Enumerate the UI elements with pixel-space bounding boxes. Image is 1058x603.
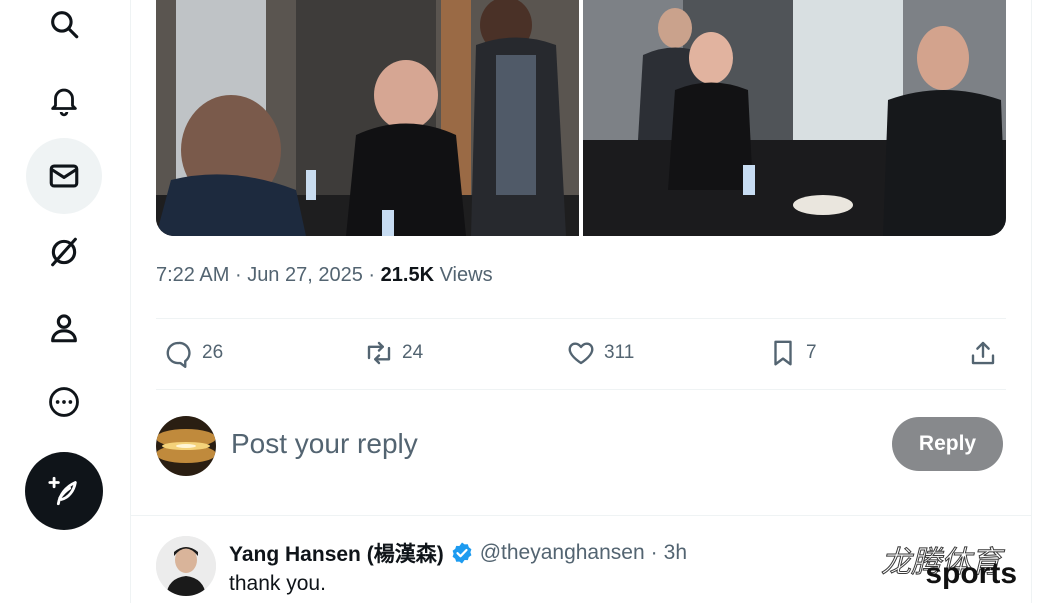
more-circle-icon — [49, 387, 79, 417]
post-timestamp-separator: · — [234, 264, 242, 286]
reply-post-header: Yang Hansen (楊漢森) @theyanghansen · 3h — [229, 538, 687, 568]
post-views-label: Views — [439, 264, 493, 286]
commenter-avatar[interactable] — [156, 536, 216, 596]
post-date: Jun 27, 2025 — [247, 264, 363, 286]
reply-post-time[interactable]: 3h — [664, 541, 687, 565]
bookmark-count: 7 — [806, 342, 817, 363]
heart-icon — [568, 342, 594, 365]
nav-messages[interactable] — [26, 138, 102, 214]
share-icon — [971, 341, 995, 365]
bell-icon — [51, 88, 77, 117]
post-photo-2[interactable] — [583, 0, 1006, 236]
photo-illustration — [156, 0, 579, 236]
search-icon — [51, 11, 79, 39]
reply-post-separator: · — [650, 541, 658, 564]
photo-illustration — [583, 0, 1006, 236]
verified-badge-icon — [452, 542, 472, 564]
reply-count: 26 — [202, 342, 224, 363]
post-views-count: 21.5K — [380, 264, 435, 286]
nav-more[interactable] — [26, 364, 102, 440]
nav-grok[interactable] — [26, 214, 102, 290]
reply-composer: Post your reply Reply — [156, 416, 1006, 480]
nav-profile[interactable] — [26, 290, 102, 366]
nav-notifications[interactable] — [26, 62, 102, 138]
repost-count: 24 — [402, 342, 424, 363]
mail-icon — [49, 164, 79, 188]
repost-action-button[interactable]: 24 — [364, 338, 423, 368]
post-media — [156, 0, 1006, 236]
avatar-image — [156, 536, 216, 596]
post-timestamp[interactable]: 7:22 AM · Jun 27, 2025 · 21.5K Views — [156, 264, 493, 287]
reply-submit-button[interactable]: Reply — [892, 417, 1003, 471]
reply-bubble-icon — [166, 341, 191, 368]
post-actions-bar: 26 24 311 7 — [156, 318, 1006, 390]
commenter-handle[interactable]: @theyanghansen — [480, 541, 645, 565]
bookmark-icon — [774, 340, 792, 366]
reply-post-text: thank you. — [229, 572, 326, 595]
sports-watermark-logo: 龙腾体育 sports — [867, 537, 1018, 591]
bookmark-action-button[interactable]: 7 — [768, 338, 817, 368]
reply-input[interactable]: Post your reply — [231, 428, 418, 460]
compose-post-button[interactable] — [25, 452, 103, 530]
share-action-button[interactable] — [968, 338, 998, 368]
post-views-separator: · — [368, 264, 376, 286]
like-count: 311 — [604, 342, 635, 363]
post-time: 7:22 AM — [156, 264, 230, 286]
section-divider — [131, 515, 1031, 516]
left-nav — [0, 0, 130, 603]
watermark-sports-text: sports — [925, 557, 1017, 590]
feather-plus-icon — [48, 476, 77, 506]
current-user-avatar[interactable] — [156, 416, 216, 476]
commenter-name[interactable]: Yang Hansen (楊漢森) — [229, 538, 444, 568]
reply-action-button[interactable]: 26 — [164, 338, 223, 368]
like-action-button[interactable]: 311 — [566, 338, 634, 368]
slash-circle-icon — [51, 237, 77, 267]
avatar-image — [156, 416, 216, 476]
repost-icon — [367, 341, 391, 365]
main-column: 7:22 AM · Jun 27, 2025 · 21.5K Views 26 … — [130, 0, 1032, 603]
person-icon — [51, 314, 77, 343]
post-photo-1[interactable] — [156, 0, 579, 236]
nav-search[interactable] — [26, 0, 102, 62]
